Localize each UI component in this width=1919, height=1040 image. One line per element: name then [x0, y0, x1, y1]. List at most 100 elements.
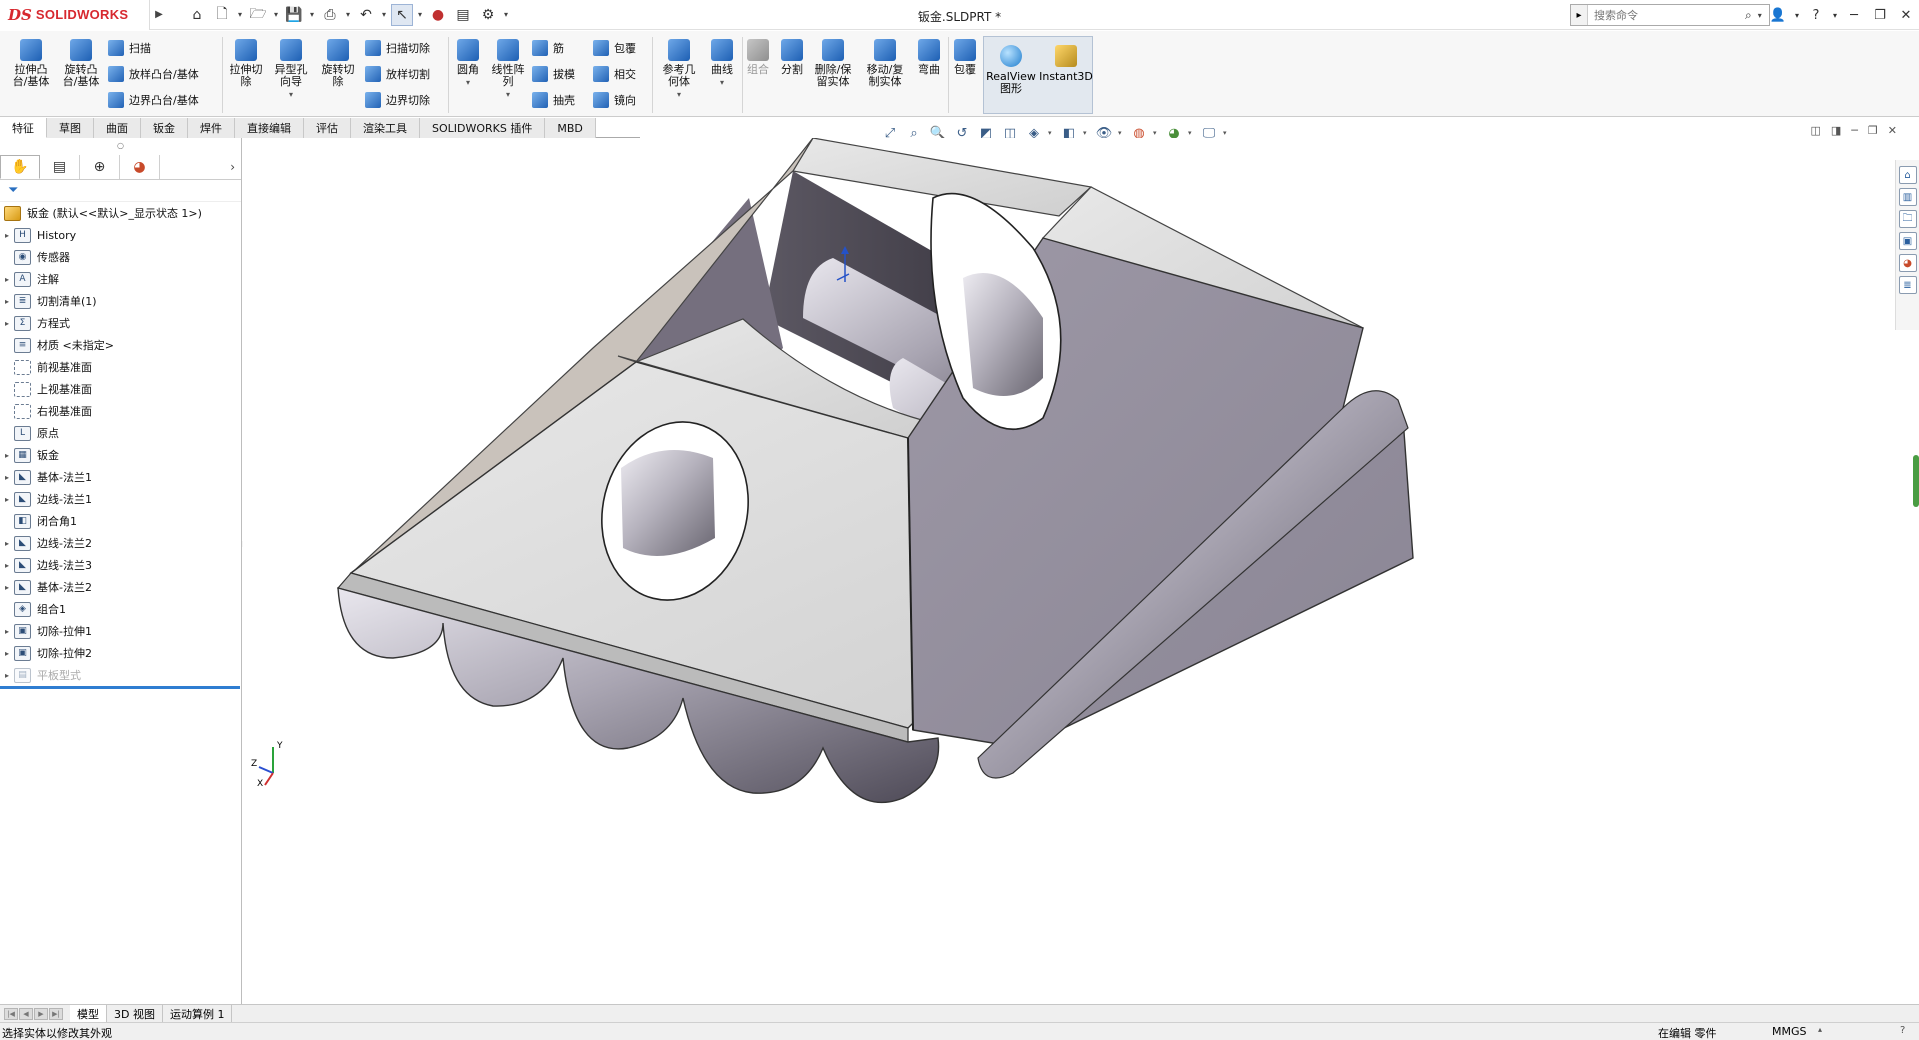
- expand-arrow-icon[interactable]: ▸: [0, 473, 14, 482]
- lofted-cut-button[interactable]: 放样切割: [365, 63, 430, 85]
- expand-arrow-icon[interactable]: ▸: [0, 649, 14, 658]
- design-library-icon[interactable]: ▥: [1898, 188, 1917, 206]
- tree-item[interactable]: ▸ ▣ 切除-拉伸2: [0, 642, 241, 664]
- delete-keep-body-button[interactable]: 删除/保 留实体: [808, 39, 858, 88]
- save-icon[interactable]: 💾: [283, 4, 305, 26]
- search-input[interactable]: [1587, 5, 1739, 25]
- scene-dropdown-icon[interactable]: ▾: [1188, 129, 1195, 137]
- boundary-cut-button[interactable]: 边界切除: [365, 89, 430, 111]
- file-explorer-icon[interactable]: 🗀: [1898, 210, 1917, 228]
- revolved-cut-button[interactable]: 旋转切 除: [313, 39, 363, 88]
- graphics-area[interactable]: Y Z X: [243, 138, 1898, 1004]
- help-icon[interactable]: ?: [1803, 0, 1829, 30]
- tab-direct-editing[interactable]: 直接编辑: [235, 118, 304, 138]
- close-icon[interactable]: ✕: [1893, 0, 1919, 30]
- menu-expand-arrow-icon[interactable]: ▶: [150, 0, 168, 30]
- realview-button[interactable]: RealView 图形: [984, 45, 1038, 95]
- prev-tab-arrow-icon[interactable]: ◀: [19, 1007, 33, 1020]
- expand-arrow-icon[interactable]: ▸: [0, 561, 14, 570]
- display-style-dropdown-icon[interactable]: ▾: [1083, 129, 1090, 137]
- print-dropdown-icon[interactable]: ▾: [344, 10, 352, 19]
- solidworks-resources-icon[interactable]: ⌂: [1898, 166, 1917, 184]
- custom-properties-icon[interactable]: ≣: [1898, 276, 1917, 294]
- user-icon[interactable]: 👤: [1765, 0, 1791, 30]
- filter-funnel-icon[interactable]: ⏷: [0, 180, 241, 202]
- hide-show-dropdown-icon[interactable]: ▾: [1118, 129, 1125, 137]
- panel-grip-icon[interactable]: ○: [0, 138, 241, 154]
- tab-weldments[interactable]: 焊件: [188, 118, 235, 138]
- sweep-button[interactable]: 扫描: [108, 37, 151, 59]
- curves-dropdown-icon[interactable]: ▾: [720, 78, 724, 87]
- property-manager-tab-icon[interactable]: ▤: [40, 154, 80, 179]
- loft-boss-button[interactable]: 放样凸台/基体: [108, 63, 199, 85]
- appearance-dropdown-icon[interactable]: ▾: [1153, 129, 1160, 137]
- open-dropdown-icon[interactable]: ▾: [272, 10, 280, 19]
- display-manager-tab-icon[interactable]: ◕: [120, 154, 160, 179]
- solidworks-logo[interactable]: DS SOLIDWORKS: [0, 0, 150, 30]
- undo-dropdown-icon[interactable]: ▾: [380, 10, 388, 19]
- viewport-minimize-icon[interactable]: ─: [1851, 124, 1858, 137]
- units-selector[interactable]: MMGS: [1772, 1025, 1807, 1038]
- extruded-boss-button[interactable]: 拉伸凸 台/基体: [6, 39, 56, 88]
- shell-button[interactable]: 抽壳: [532, 89, 575, 111]
- linear-pattern-button[interactable]: 线性阵 列 ▾: [483, 39, 533, 99]
- tree-item[interactable]: 前视基准面: [0, 356, 241, 378]
- tree-item[interactable]: ≡ 材质 <未指定>: [0, 334, 241, 356]
- appearances-scenes-icon[interactable]: ◕: [1898, 254, 1917, 272]
- tree-item[interactable]: ▸ ▦ 钣金: [0, 444, 241, 466]
- tab-surfaces[interactable]: 曲面: [94, 118, 141, 138]
- user-dropdown-icon[interactable]: ▾: [1791, 0, 1803, 30]
- tab-model[interactable]: 模型: [70, 1004, 107, 1023]
- tree-item[interactable]: ▸ ◣ 边线-法兰2: [0, 532, 241, 554]
- minimize-icon[interactable]: ─: [1841, 0, 1867, 30]
- tree-item[interactable]: ▸ ◣ 基体-法兰1: [0, 466, 241, 488]
- tree-item[interactable]: ◈ 组合1: [0, 598, 241, 620]
- more-tabs-chevron-icon[interactable]: ›: [230, 160, 235, 174]
- tree-item[interactable]: ◉ 传感器: [0, 246, 241, 268]
- options-dropdown-icon[interactable]: ▾: [502, 10, 510, 19]
- new-dropdown-icon[interactable]: ▾: [236, 10, 244, 19]
- configuration-manager-tab-icon[interactable]: ⊕: [80, 154, 120, 179]
- tree-item[interactable]: ▸ ▤ 平板型式: [0, 664, 241, 686]
- move-copy-body-button[interactable]: 移动/复 制实体: [860, 39, 910, 88]
- viewport-close-icon[interactable]: ✕: [1888, 124, 1897, 137]
- tree-item[interactable]: ▸ ≣ 切割清单(1): [0, 290, 241, 312]
- units-dropdown-icon[interactable]: ▴: [1818, 1025, 1822, 1034]
- viewport-expand-icon[interactable]: ◨: [1831, 124, 1841, 137]
- undo-icon[interactable]: ↶: [355, 4, 377, 26]
- traffic-light-icon[interactable]: ●: [427, 4, 449, 26]
- search-icon[interactable]: ⌕: [1739, 8, 1758, 23]
- revolved-boss-button[interactable]: 旋转凸 台/基体: [56, 39, 106, 88]
- intersect-button[interactable]: 相交: [593, 63, 636, 85]
- view-palette-icon[interactable]: ▣: [1898, 232, 1917, 250]
- tab-sheet-metal[interactable]: 钣金: [141, 118, 188, 138]
- extruded-cut-button[interactable]: 拉伸切 除: [221, 39, 271, 88]
- tree-item[interactable]: 上视基准面: [0, 378, 241, 400]
- viewport-restore-icon[interactable]: ❐: [1868, 124, 1878, 137]
- restore-icon[interactable]: ❐: [1867, 0, 1893, 30]
- tree-item[interactable]: ◧ 闭合角1: [0, 510, 241, 532]
- expand-arrow-icon[interactable]: ▸: [0, 297, 14, 306]
- boundary-boss-button[interactable]: 边界凸台/基体: [108, 89, 199, 111]
- help-dropdown-icon[interactable]: ▾: [1829, 0, 1841, 30]
- rib-button[interactable]: 筋: [532, 37, 564, 59]
- tree-item[interactable]: ▸ ◣ 基体-法兰2: [0, 576, 241, 598]
- expand-arrow-icon[interactable]: ▸: [0, 539, 14, 548]
- new-document-icon[interactable]: 🗋: [211, 4, 233, 26]
- expand-arrow-icon[interactable]: ▸: [0, 231, 14, 240]
- expand-arrow-icon[interactable]: ▸: [0, 451, 14, 460]
- expand-arrow-icon[interactable]: ▸: [0, 583, 14, 592]
- expand-arrow-icon[interactable]: ▸: [0, 671, 14, 680]
- tab-features[interactable]: 特征: [0, 118, 47, 138]
- next-tab-arrow-icon[interactable]: ▶: [34, 1007, 48, 1020]
- print-icon[interactable]: ⎙: [319, 4, 341, 26]
- tree-item[interactable]: ▸ ◣ 边线-法兰3: [0, 554, 241, 576]
- search-command-icon[interactable]: ▸: [1571, 5, 1588, 25]
- mirror-button[interactable]: 镜向: [593, 89, 636, 111]
- expand-arrow-icon[interactable]: ▸: [0, 275, 14, 284]
- tree-item[interactable]: ▸ Σ 方程式: [0, 312, 241, 334]
- tree-item[interactable]: ▸ H History: [0, 224, 241, 246]
- fillet-dropdown-icon[interactable]: ▾: [466, 78, 470, 87]
- pattern-dropdown-icon[interactable]: ▾: [506, 90, 510, 99]
- feature-manager-tab-icon[interactable]: ✋: [0, 154, 40, 179]
